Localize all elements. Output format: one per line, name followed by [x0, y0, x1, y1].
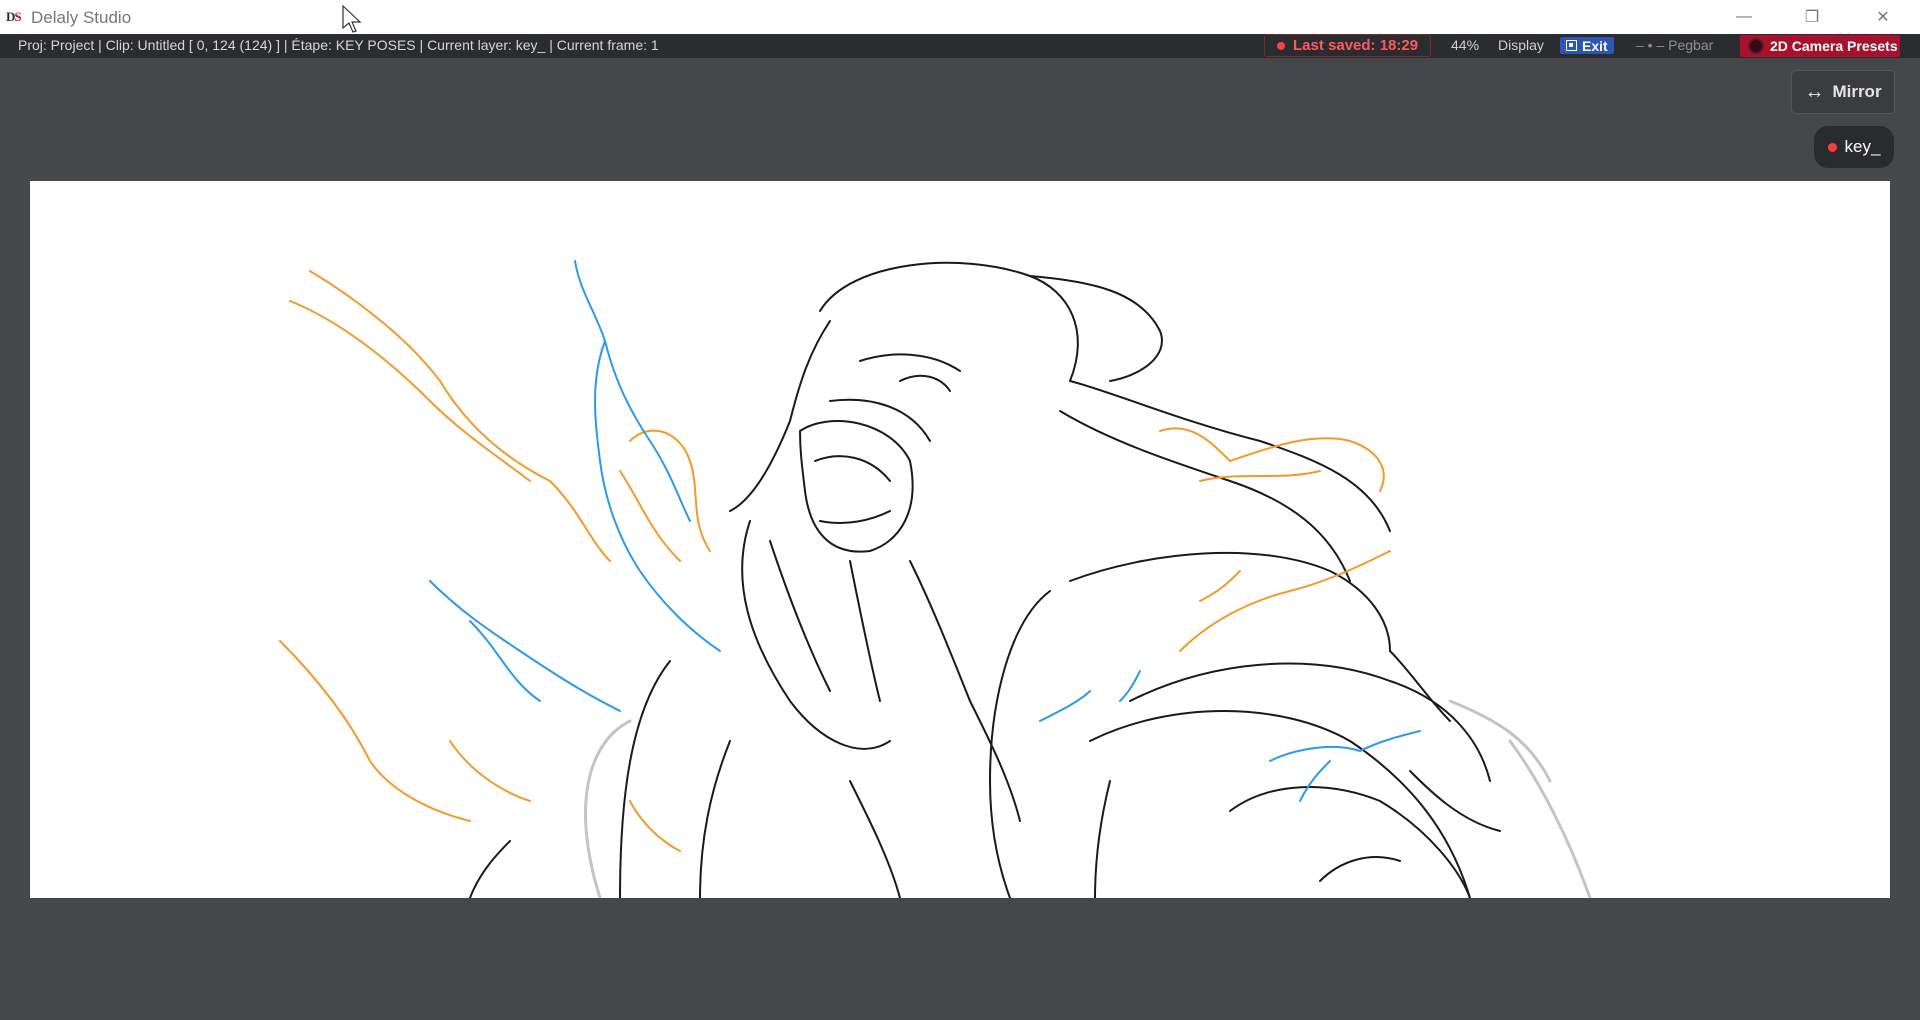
current-layer-label: key_: [1844, 137, 1881, 156]
camera-icon: [1748, 38, 1764, 54]
blue-effect-strokes: [429, 260, 1421, 802]
app-logo-icon: DS: [6, 9, 22, 24]
drawing-canvas[interactable]: [30, 181, 1890, 898]
zoom-level: 44%: [1451, 37, 1480, 53]
sketch-artwork: [279, 260, 1592, 898]
project-info: Proj: Project | Clip: Untitled [ 0, 124 …: [18, 37, 659, 53]
pegbar-toggle[interactable]: – • – Pegbar: [1636, 37, 1713, 53]
mirror-arrows-icon: ↔: [1804, 80, 1825, 103]
exit-label: Exit: [1582, 37, 1608, 54]
lineart-strokes: [469, 261, 1501, 898]
camera-presets-label: 2D Camera Presets: [1770, 38, 1898, 54]
window-title: Delaly Studio: [31, 8, 132, 27]
last-saved-badge: Last saved: 18:29: [1264, 34, 1431, 57]
mirror-button[interactable]: ↔ Mirror: [1791, 70, 1895, 114]
display-menu[interactable]: Display: [1498, 37, 1544, 53]
layer-record-icon: [1827, 142, 1837, 152]
status-bar: Proj: Project | Clip: Untitled [ 0, 124 …: [0, 34, 1920, 58]
record-dot-icon: [1277, 41, 1285, 50]
minimize-button[interactable]: —: [1716, 0, 1772, 34]
exit-icon: [1566, 40, 1577, 51]
current-layer-button[interactable]: key_: [1814, 126, 1894, 168]
maximize-button[interactable]: ❐: [1784, 0, 1840, 34]
mouse-cursor-icon: [342, 5, 362, 33]
exit-button[interactable]: Exit: [1560, 37, 1614, 54]
title-bar: DS Delaly Studio — ❐ ✕: [0, 0, 1920, 34]
camera-presets-button[interactable]: 2D Camera Presets: [1740, 35, 1900, 57]
last-saved-label: Last saved: 18:29: [1293, 37, 1419, 54]
mirror-label: Mirror: [1832, 82, 1882, 101]
close-button[interactable]: ✕: [1855, 0, 1911, 34]
orange-effect-strokes: [279, 270, 1391, 852]
